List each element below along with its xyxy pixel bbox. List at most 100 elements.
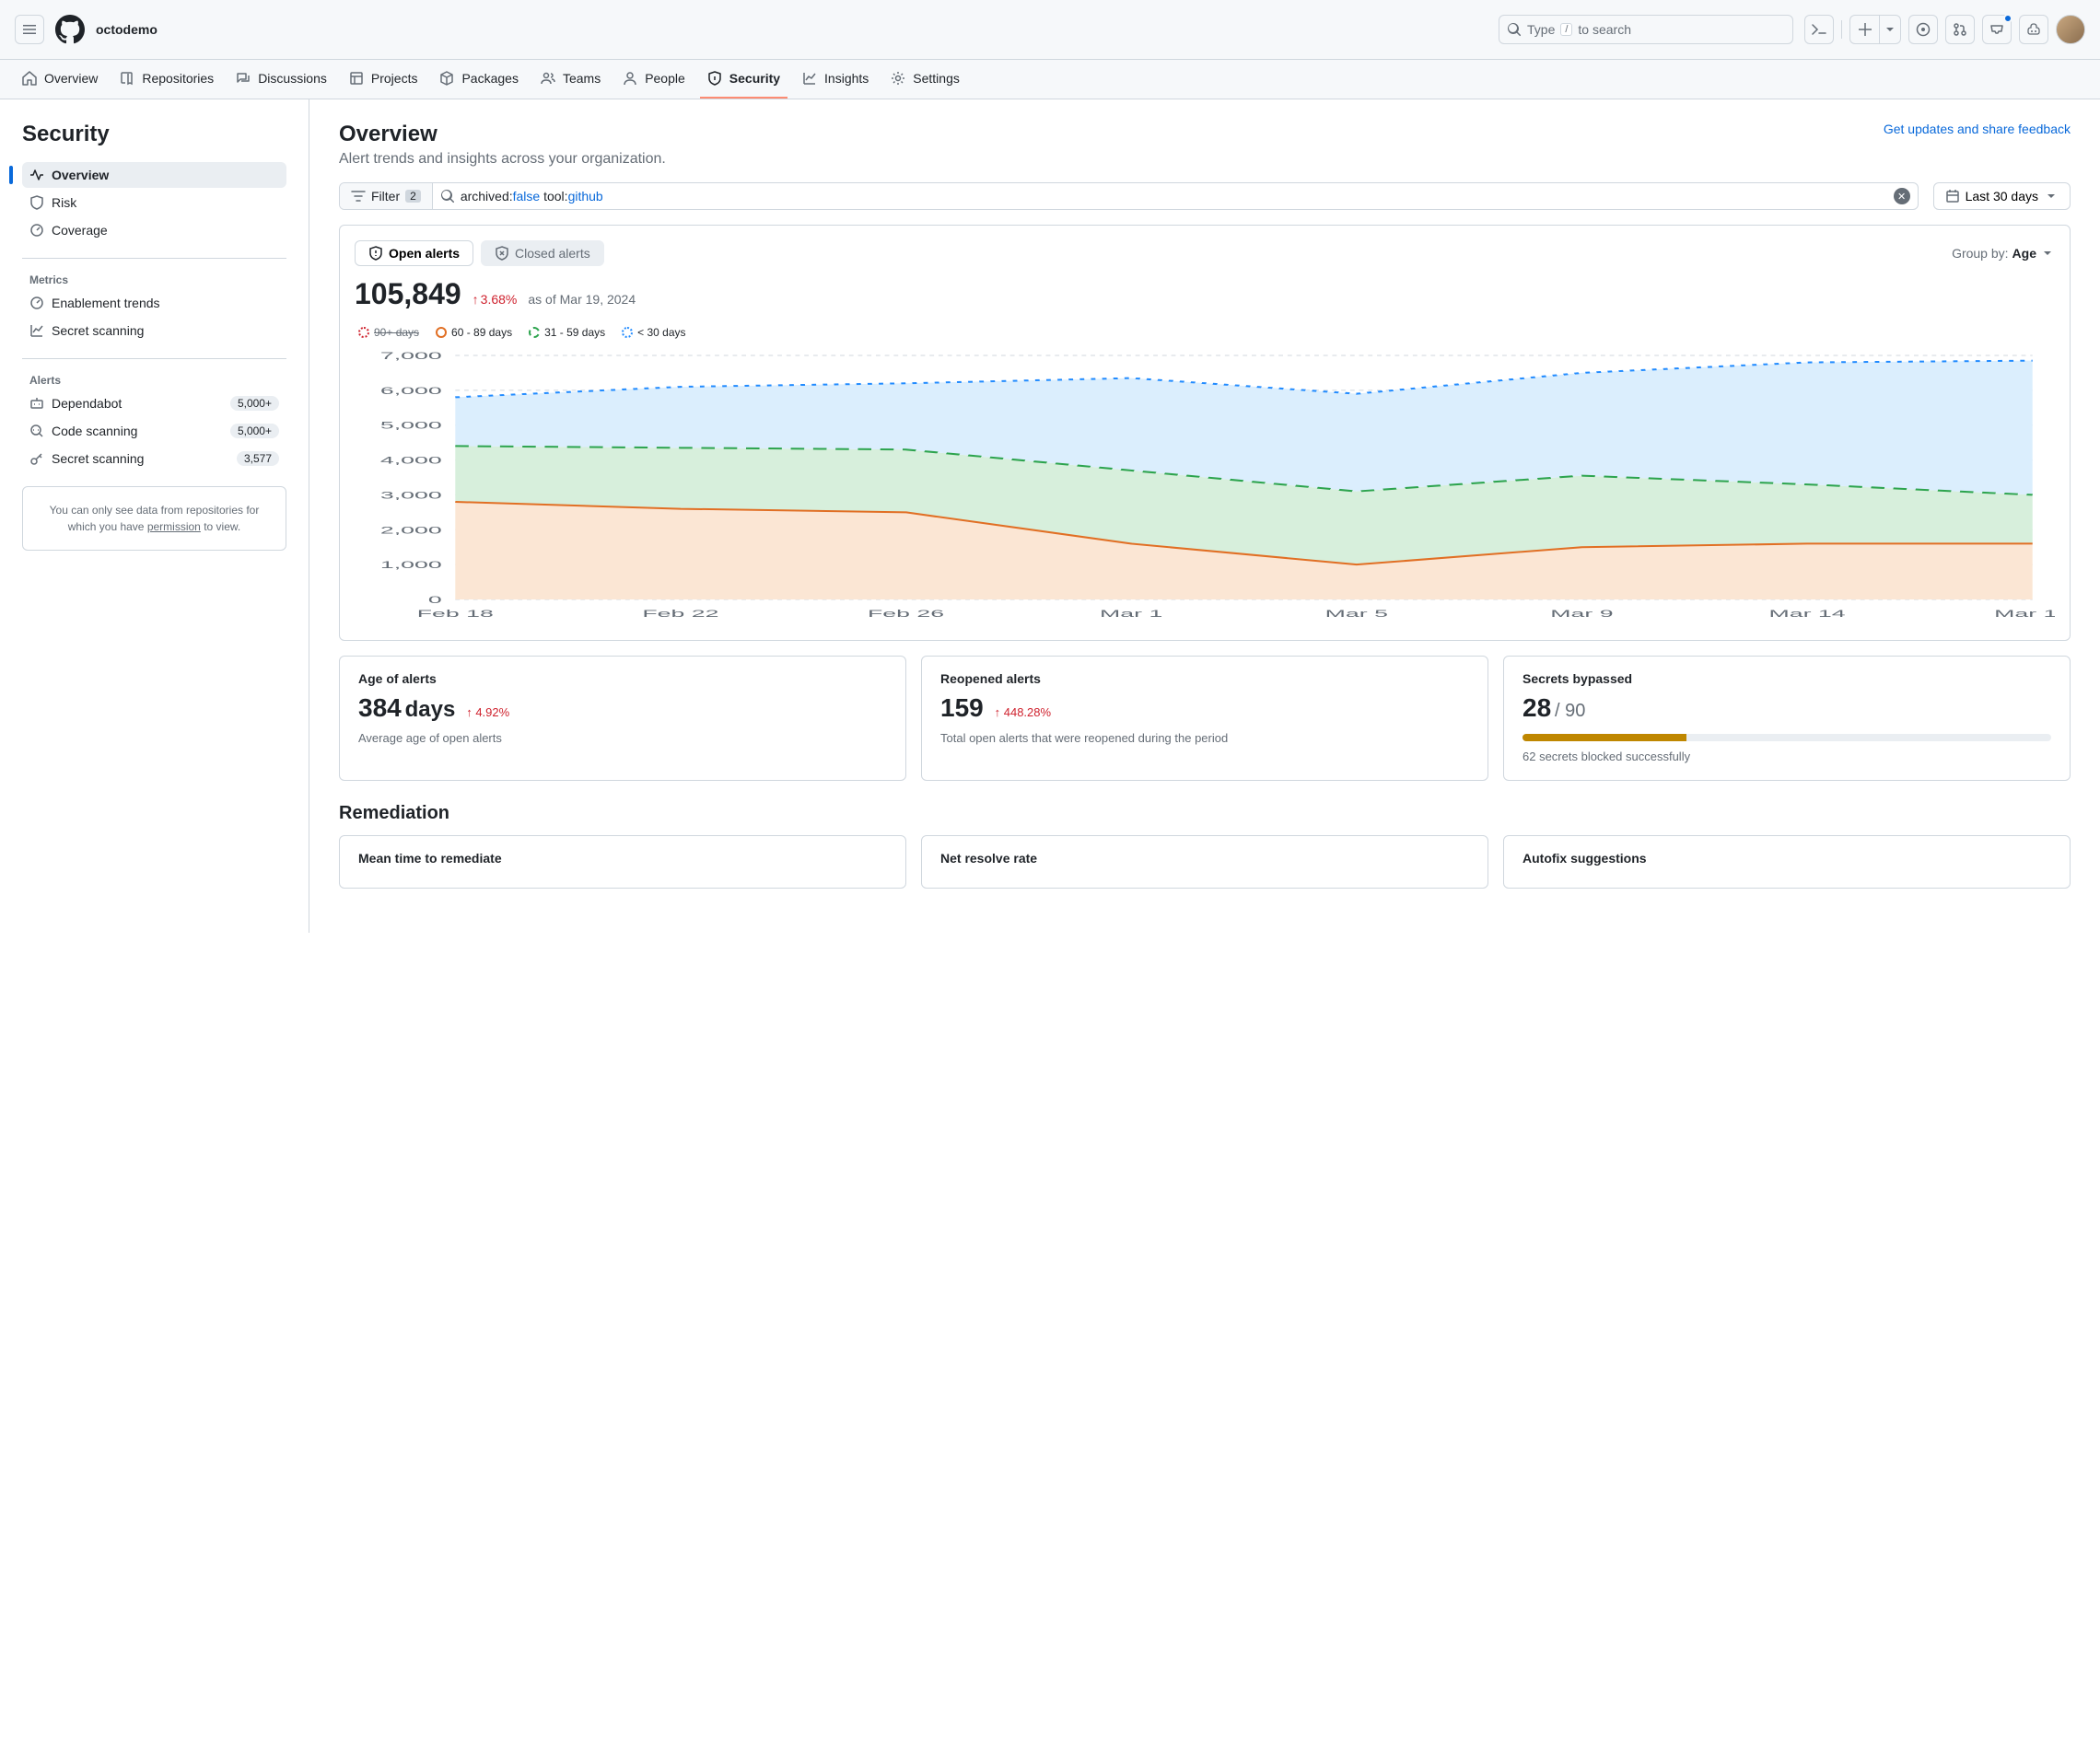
gear-icon [891,71,905,86]
card-net-title: Net resolve rate [940,851,1469,866]
sidebar-item-enablement[interactable]: Enablement trends [22,290,286,316]
page-subtitle: Alert trends and insights across your or… [339,151,666,168]
card-secrets-title: Secrets bypassed [1522,671,2051,686]
sidebar-item-coverage[interactable]: Coverage [22,217,286,243]
notifications-button[interactable] [1982,15,2012,44]
q-key1: archived: [461,189,513,203]
sidebar-nav-alerts: Dependabot 5,000+ Code scanning 5,000+ S… [22,390,286,471]
tab-overview[interactable]: Overview [15,60,105,99]
q-key2: tool: [540,189,567,203]
meter-icon [29,296,44,310]
tab-discussions[interactable]: Discussions [228,60,334,99]
github-logo-icon[interactable] [55,15,85,44]
create-new-group [1849,15,1901,44]
tab-projects[interactable]: Projects [342,60,426,99]
tab-repositories[interactable]: Repositories [112,60,221,99]
svg-text:Feb 18: Feb 18 [417,609,494,620]
tab-overview-label: Overview [44,71,98,86]
create-new-button[interactable] [1849,15,1879,44]
sidebar-item-dependabot[interactable]: Dependabot 5,000+ [22,390,286,416]
sidebar-item-secret-scanning-metric[interactable]: Secret scanning [22,318,286,343]
card-mtr-title: Mean time to remediate [358,851,887,866]
sidebar-item-overview[interactable]: Overview [22,162,286,188]
main-layout: Security Overview Risk Coverage Metrics … [0,99,2100,933]
user-avatar[interactable] [2056,15,2085,44]
copilot-icon [2026,22,2041,37]
page-header: Overview Alert trends and insights acros… [339,122,2071,168]
sidebar-item-risk[interactable]: Risk [22,190,286,215]
svg-text:3,000: 3,000 [380,490,442,501]
package-icon [439,71,454,86]
note-permission-link[interactable]: permission [147,520,201,533]
groupby-dropdown[interactable]: Group by: Age [1952,246,2055,261]
sidebar-overview-label: Overview [52,168,109,182]
legend-lt30[interactable]: < 30 days [622,326,685,339]
tab-packages[interactable]: Packages [432,60,525,99]
date-range-button[interactable]: Last 30 days [1933,182,2071,210]
dependabot-icon [29,396,44,411]
tab-insights[interactable]: Insights [795,60,876,99]
repo-icon [120,71,134,86]
command-palette-button[interactable] [1804,15,1834,44]
svg-text:Mar 1: Mar 1 [1100,609,1162,620]
copilot-button[interactable] [2019,15,2048,44]
card-reopened-delta: 448.28% [995,705,1051,719]
feedback-link[interactable]: Get updates and share feedback [1884,122,2071,136]
search-slash-hint: / [1560,23,1572,36]
search-icon [1507,22,1522,37]
header-actions [1804,15,2085,44]
card-secrets-bypassed: Secrets bypassed 28 / 90 62 secrets bloc… [1503,656,2071,781]
issue-icon [1916,22,1931,37]
closed-alerts-toggle[interactable]: Closed alerts [481,240,604,266]
people-icon [541,71,555,86]
divider [22,258,286,259]
asof-text: as of Mar 19, 2024 [528,292,636,307]
create-new-dropdown-button[interactable] [1879,15,1901,44]
filter-query: archived:false tool:github [461,189,1888,203]
legend-90-label: 90+ days [374,326,419,339]
legend-31-label: 31 - 59 days [544,326,605,339]
sidebar-item-code-scanning[interactable]: Code scanning 5,000+ [22,418,286,444]
tab-insights-label: Insights [824,71,869,86]
svg-text:0: 0 [428,595,442,606]
alerts-toggle: Open alerts Closed alerts [355,240,604,266]
clear-filter-button[interactable]: ✕ [1894,188,1910,204]
sidebar-item-secret-scanning-alert[interactable]: Secret scanning 3,577 [22,446,286,471]
legend-90plus[interactable]: 90+ days [358,326,419,339]
card-reopened-title: Reopened alerts [940,671,1469,686]
pull-requests-button[interactable] [1945,15,1975,44]
secret-count: 3,577 [237,451,279,466]
sidebar-title: Security [22,122,286,147]
svg-text:4,000: 4,000 [380,455,442,466]
content: Overview Alert trends and insights acros… [309,99,2100,933]
legend-31-59[interactable]: 31 - 59 days [529,326,605,339]
tab-people[interactable]: People [615,60,693,99]
tab-settings-label: Settings [913,71,960,86]
graph-icon [802,71,817,86]
tab-teams-label: Teams [563,71,601,86]
inbox-icon [1989,22,2004,37]
tab-settings[interactable]: Settings [883,60,967,99]
tab-security[interactable]: Security [700,60,788,99]
filter-button[interactable]: Filter 2 [340,183,433,209]
chart-legend: 90+ days 60 - 89 days 31 - 59 days < 30 … [358,326,2055,339]
svg-text:7,000: 7,000 [380,351,442,362]
sidebar-risk-label: Risk [52,195,76,210]
sidebar-nav-main: Overview Risk Coverage [22,162,286,243]
shield-alert-icon [368,246,383,261]
open-alerts-toggle[interactable]: Open alerts [355,240,473,266]
hamburger-button[interactable] [15,15,44,44]
notification-dot [2003,14,2012,23]
shield-x-icon [495,246,509,261]
page-title: Overview [339,122,666,147]
sidebar-codescan-label: Code scanning [52,424,137,438]
tab-packages-label: Packages [461,71,518,86]
filter-search-input[interactable]: archived:false tool:github ✕ [433,183,1918,209]
legend-60-89[interactable]: 60 - 89 days [436,326,512,339]
filter-icon [351,189,366,203]
tab-teams[interactable]: Teams [533,60,608,99]
tab-people-label: People [645,71,685,86]
org-name[interactable]: octodemo [96,22,158,37]
global-search-input[interactable]: Type / to search [1499,15,1793,44]
issues-button[interactable] [1908,15,1938,44]
